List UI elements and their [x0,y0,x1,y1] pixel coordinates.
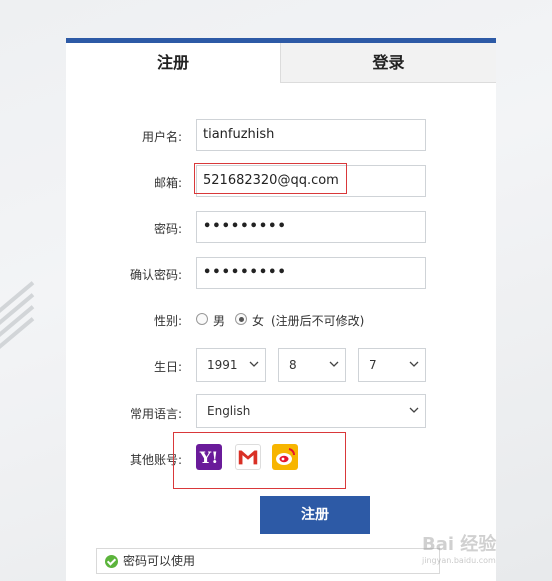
language-label: 常用语言: [129,407,182,421]
baidu-watermark: Bai 经验 jingyan.baidu.com [422,530,548,565]
chevron-down-icon [409,361,419,367]
gender-female-label: 女 [252,314,265,328]
watermark-text: Bai 经验 [422,534,497,555]
gender-male-label: 男 [213,314,226,328]
password-status-message: 密码可以使用 [96,548,440,574]
other-accounts-label: 其他账号: [129,453,182,467]
gmail-icon[interactable] [235,444,261,470]
status-text: 密码可以使用 [123,554,196,568]
birth-month-value: 8 [289,358,297,372]
yahoo-icon[interactable]: Y! [196,444,222,470]
chevron-down-icon [409,407,419,413]
language-select[interactable]: English [196,394,426,428]
chevron-down-icon [329,361,339,367]
birth-year-value: 1991 [207,358,238,372]
username-field[interactable]: tianfuzhish [196,119,426,151]
gender-label: 性别: [153,314,182,328]
gender-male-radio[interactable] [196,313,208,325]
weibo-icon[interactable] [272,444,298,470]
watermark-sub: jingyan.baidu.com [422,556,496,565]
confirm-password-label: 确认密码: [129,268,182,282]
language-value: English [207,404,251,418]
gender-note: (注册后不可修改) [271,314,365,328]
birth-day-value: 7 [369,358,377,372]
svg-text:Y!: Y! [199,448,218,467]
tab-login[interactable]: 登录 [280,43,496,83]
register-submit-button[interactable]: 注册 [260,496,370,534]
password-field[interactable]: ••••••••• [196,211,426,243]
background-decoration [0,281,35,360]
birthday-label: 生日: [153,360,182,374]
check-circle-icon [105,555,118,568]
gender-female-radio[interactable] [235,313,247,325]
birth-day-select[interactable]: 7 [358,348,426,382]
tab-bar: 注册 登录 [66,43,496,83]
birth-year-select[interactable]: 1991 [196,348,266,382]
chevron-down-icon [249,361,259,367]
username-label: 用户名: [141,130,182,144]
email-highlight-box [194,163,347,194]
register-panel: 注册 登录 用户名: tianfuzhish 邮箱: 521682320@qq.… [66,38,496,581]
password-label: 密码: [153,222,182,236]
birth-month-select[interactable]: 8 [278,348,346,382]
tab-register[interactable]: 注册 [66,43,280,83]
email-label: 邮箱: [153,176,182,190]
confirm-password-field[interactable]: ••••••••• [196,257,426,289]
